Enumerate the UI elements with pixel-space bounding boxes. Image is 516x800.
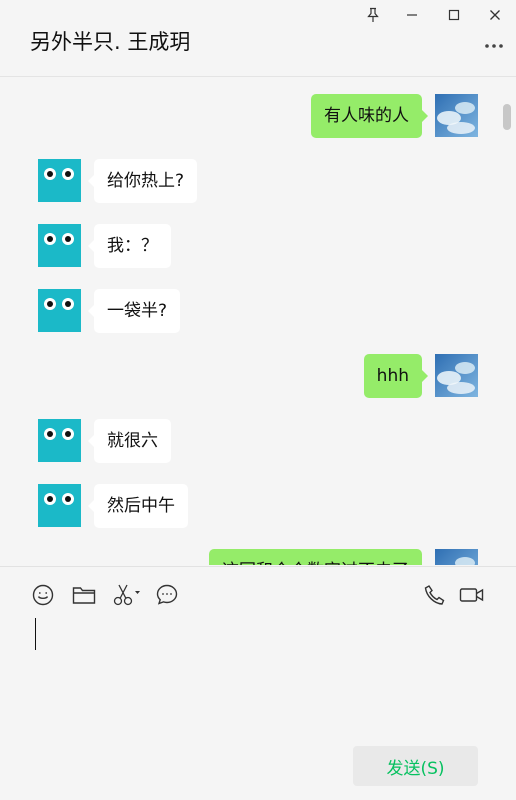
- pin-icon[interactable]: [360, 4, 386, 26]
- text-caret: [35, 618, 36, 650]
- message-input[interactable]: [28, 613, 488, 733]
- close-icon[interactable]: [482, 4, 508, 26]
- self-avatar[interactable]: [435, 94, 478, 137]
- message-list[interactable]: 有人味的人 给你热上? 我：？ 一袋半? hhh 就很六 然后中午: [0, 78, 516, 565]
- folder-icon[interactable]: [72, 583, 96, 607]
- scissors-icon[interactable]: [112, 583, 142, 607]
- message-row: 我：？: [0, 224, 516, 268]
- phone-icon[interactable]: [423, 583, 447, 607]
- contact-avatar[interactable]: [38, 484, 81, 527]
- chat-title: 另外半只. 王成玥: [30, 30, 191, 54]
- message-bubble-received[interactable]: 然后中午: [88, 484, 188, 528]
- chat-bubble-icon[interactable]: [155, 583, 179, 607]
- message-row: 然后中午: [0, 484, 516, 528]
- message-bubble-received[interactable]: 就很六: [88, 419, 171, 463]
- message-row: hhh: [0, 354, 516, 398]
- maximize-icon[interactable]: [441, 4, 467, 26]
- message-row: 有人味的人: [0, 94, 516, 138]
- message-bubble-received[interactable]: 一袋半?: [87, 289, 181, 333]
- scrollbar-thumb[interactable]: [503, 104, 511, 130]
- video-icon[interactable]: [458, 583, 486, 607]
- more-icon[interactable]: [484, 38, 504, 54]
- chat-header: 另外半只. 王成玥: [0, 0, 516, 77]
- send-button[interactable]: 发送(S): [353, 746, 478, 786]
- chat-window: 另外半只. 王成玥 有人味的人 给你热上? 我：？ 一袋半? hhh 就很六 然…: [0, 0, 516, 800]
- message-bubble-received[interactable]: 我：？: [88, 224, 171, 268]
- self-avatar[interactable]: [435, 549, 478, 565]
- message-row: 就很六: [0, 419, 516, 463]
- message-bubble-sent[interactable]: hhh: [363, 354, 429, 398]
- contact-avatar[interactable]: [38, 224, 81, 267]
- message-row: 一袋半?: [0, 289, 516, 333]
- message-row: 给你热上?: [0, 159, 516, 203]
- message-bubble-sent[interactable]: 这回和个个数字过不去了: [209, 549, 422, 565]
- contact-avatar[interactable]: [38, 419, 81, 462]
- emoji-icon[interactable]: [31, 583, 55, 607]
- contact-avatar[interactable]: [38, 289, 81, 332]
- composer: 发送(S): [0, 566, 516, 800]
- message-row: 这回和个个数字过不去了: [0, 549, 516, 565]
- self-avatar[interactable]: [435, 354, 478, 397]
- message-bubble-sent[interactable]: 有人味的人: [311, 94, 428, 138]
- contact-avatar[interactable]: [38, 159, 81, 202]
- minimize-icon[interactable]: [399, 4, 425, 26]
- message-bubble-received[interactable]: 给你热上?: [87, 159, 198, 203]
